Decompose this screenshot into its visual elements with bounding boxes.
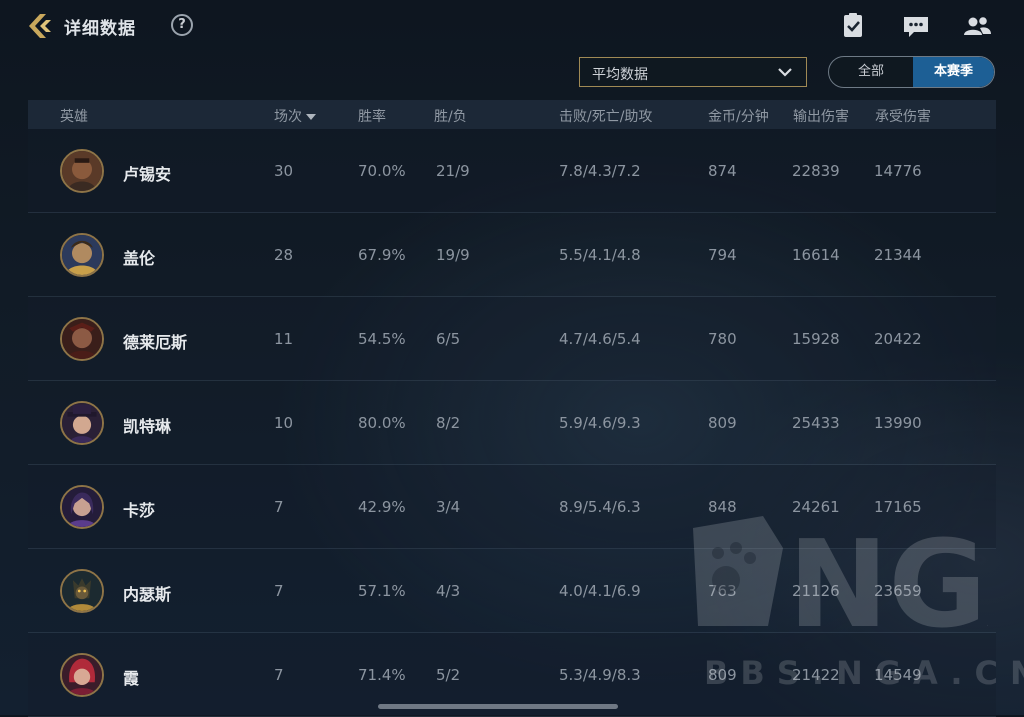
games-value: 7 (274, 582, 284, 600)
col-damage-taken[interactable]: 承受伤害 (875, 106, 931, 126)
help-button[interactable]: ? (171, 14, 193, 36)
kda-value: 8.9/5.4/6.3 (559, 498, 641, 516)
damage-dealt-value: 15928 (792, 330, 840, 348)
col-games-label: 场次 (274, 109, 302, 125)
gold-value: 780 (708, 330, 737, 348)
help-icon: ? (178, 17, 186, 32)
data-type-dropdown[interactable]: 平均数据 (579, 57, 807, 87)
nga-watermark-logo: NGA (688, 508, 1024, 655)
damage-taken-value: 20422 (874, 330, 922, 348)
table-row[interactable]: 凯特琳 10 80.0% 8/2 5.9/4.6/9.3 809 25433 1… (28, 381, 996, 465)
checklist-button[interactable] (838, 12, 868, 40)
win-loss-value: 4/3 (436, 582, 461, 600)
games-value: 7 (274, 666, 284, 684)
home-indicator[interactable] (378, 704, 618, 709)
hero-name: 卢锡安 (123, 165, 172, 184)
dropdown-value: 平均数据 (592, 67, 648, 83)
win-loss-value: 8/2 (436, 414, 461, 432)
back-icon (29, 14, 51, 38)
hero-avatar (60, 653, 104, 697)
checklist-icon (844, 13, 862, 37)
damage-dealt-value: 16614 (792, 246, 840, 264)
hero-name: 内瑟斯 (123, 585, 172, 604)
hero-avatar (60, 569, 104, 613)
chevron-down-icon (778, 68, 792, 77)
col-hero: 英雄 (60, 109, 88, 125)
win-loss-value: 21/9 (436, 162, 470, 180)
winrate-value: 67.9% (358, 246, 406, 264)
hero-name: 盖伦 (123, 249, 156, 268)
gold-value: 874 (708, 162, 737, 180)
win-loss-value: 19/9 (436, 246, 470, 264)
table-row[interactable]: 卢锡安 30 70.0% 21/9 7.8/4.3/7.2 874 22839 … (28, 129, 996, 213)
nga-watermark-text: BBS.NGA.CN (704, 654, 1024, 692)
games-value: 11 (274, 330, 294, 348)
games-value: 10 (274, 414, 294, 432)
winrate-value: 70.0% (358, 162, 406, 180)
damage-taken-value: 21344 (874, 246, 922, 264)
kda-value: 5.5/4.1/4.8 (559, 246, 641, 264)
hero-avatar (60, 485, 104, 529)
damage-dealt-value: 22839 (792, 162, 840, 180)
winrate-value: 54.5% (358, 330, 406, 348)
hero-avatar (60, 233, 104, 277)
table-header: 英雄 场次 胜率 胜/负 击败/死亡/助攻 金币/分钟 输出伤害 承受伤害 (28, 100, 996, 129)
table-row[interactable]: 德莱厄斯 11 54.5% 6/5 4.7/4.6/5.4 780 15928 … (28, 297, 996, 381)
games-value: 7 (274, 498, 284, 516)
col-damage-dealt[interactable]: 输出伤害 (793, 106, 849, 126)
chat-icon (904, 17, 928, 37)
kda-value: 7.8/4.3/7.2 (559, 162, 641, 180)
table-row[interactable]: 盖伦 28 67.9% 19/9 5.5/4.1/4.8 794 16614 2… (28, 213, 996, 297)
kda-value: 5.9/4.6/9.3 (559, 414, 641, 432)
hero-avatar (60, 149, 104, 193)
win-loss-value: 3/4 (436, 498, 461, 516)
gold-value: 809 (708, 414, 737, 432)
watermark-logo-text: NGA (788, 516, 988, 633)
col-gold-per-min[interactable]: 金币/分钟 (708, 106, 769, 126)
damage-taken-value: 13990 (874, 414, 922, 432)
season-segmented-control: 全部 本赛季 (828, 56, 995, 88)
games-value: 28 (274, 246, 294, 264)
damage-dealt-value: 25433 (792, 414, 840, 432)
friends-button[interactable] (962, 12, 992, 40)
friends-icon (964, 17, 991, 35)
col-win-loss[interactable]: 胜/负 (434, 106, 467, 126)
winrate-value: 80.0% (358, 414, 406, 432)
games-value: 30 (274, 162, 294, 180)
segment-all[interactable]: 全部 (829, 57, 913, 87)
col-kda[interactable]: 击败/死亡/助攻 (559, 106, 652, 126)
gold-value: 794 (708, 246, 737, 264)
hero-name: 卡莎 (123, 501, 156, 520)
col-games[interactable]: 场次 (274, 106, 316, 126)
hero-name: 德莱厄斯 (123, 333, 188, 352)
kda-value: 4.7/4.6/5.4 (559, 330, 641, 348)
kda-value: 4.0/4.1/6.9 (559, 582, 641, 600)
damage-taken-value: 14776 (874, 162, 922, 180)
back-button[interactable] (26, 11, 56, 41)
segment-this-season[interactable]: 本赛季 (913, 57, 994, 87)
winrate-value: 57.1% (358, 582, 406, 600)
hero-name: 凯特琳 (123, 417, 172, 436)
col-winrate[interactable]: 胜率 (358, 106, 386, 126)
hero-avatar (60, 317, 104, 361)
hero-name: 霞 (123, 669, 140, 688)
chat-button[interactable] (901, 12, 931, 40)
win-loss-value: 6/5 (436, 330, 461, 348)
winrate-value: 71.4% (358, 666, 406, 684)
sort-down-icon (306, 114, 316, 120)
page-title: 详细数据 (64, 19, 136, 39)
hero-avatar (60, 401, 104, 445)
win-loss-value: 5/2 (436, 666, 461, 684)
winrate-value: 42.9% (358, 498, 406, 516)
kda-value: 5.3/4.9/8.3 (559, 666, 641, 684)
top-bar: 详细数据 ? (0, 0, 1024, 52)
